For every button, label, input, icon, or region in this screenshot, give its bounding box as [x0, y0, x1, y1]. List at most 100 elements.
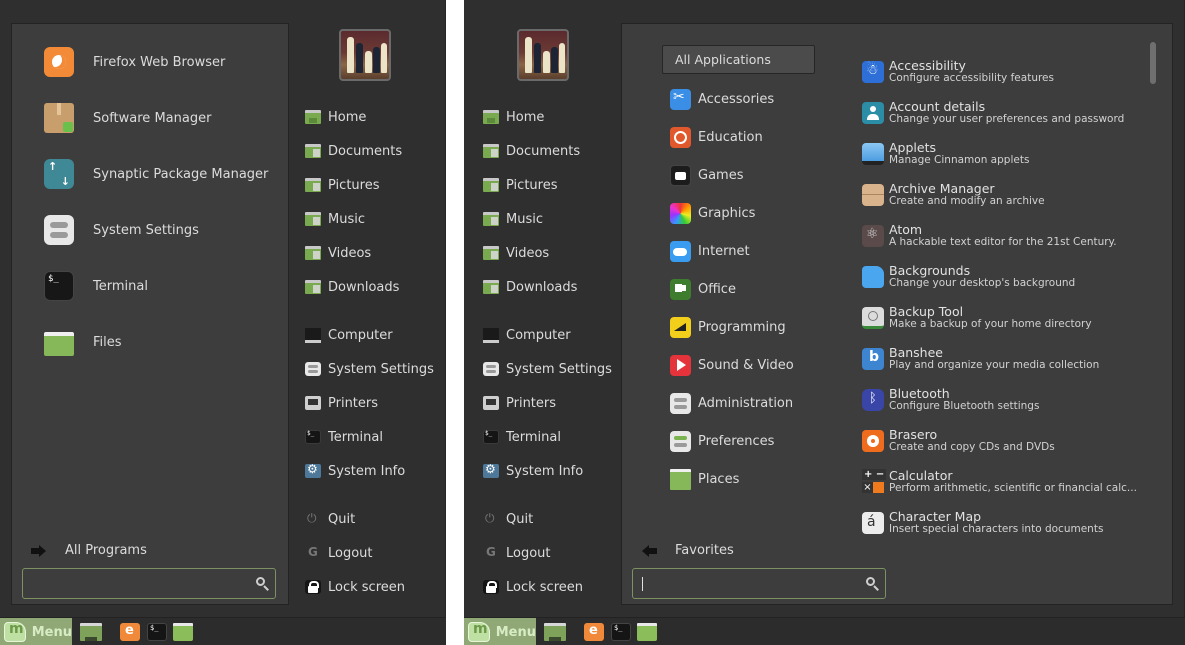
videos-folder-icon	[305, 246, 321, 260]
app-brasero[interactable]: Brasero Create and copy CDs and DVDs	[862, 420, 1142, 461]
system-info[interactable]: System Info	[483, 461, 583, 481]
graphics-icon	[670, 202, 691, 224]
app-character-map[interactable]: Character MapInsert special characters i…	[862, 502, 1142, 543]
app-name: Account details	[889, 99, 986, 114]
application-list-scrollbar[interactable]	[1150, 42, 1156, 84]
session-quit[interactable]: Quit	[305, 509, 355, 529]
user-avatar[interactable]	[339, 29, 391, 81]
app-name: Calculator	[889, 468, 953, 483]
lock-icon	[305, 580, 321, 594]
all-programs-button[interactable]: All Programs	[31, 543, 147, 558]
terminal-launcher-icon[interactable]	[147, 623, 167, 641]
folder-icon	[670, 468, 691, 490]
place-videos[interactable]: Videos	[305, 243, 371, 263]
place-home[interactable]: Home	[483, 107, 544, 127]
place-music[interactable]: Music	[483, 209, 543, 229]
calculator-icon	[862, 468, 886, 493]
menu-button[interactable]: Menu	[464, 618, 536, 645]
category-places[interactable]: Places	[670, 460, 794, 498]
app-calculator[interactable]: CalculatorPerform arithmetic, scientific…	[862, 461, 1142, 502]
system-info-icon	[305, 462, 321, 478]
app-applets[interactable]: Applets Manage Cinnamon applets	[862, 133, 1142, 174]
sound-video-icon	[670, 354, 691, 376]
session-lock-screen[interactable]: Lock screen	[483, 577, 583, 597]
place-pictures[interactable]: Pictures	[305, 175, 379, 195]
app-banshee[interactable]: BansheePlay and organize your media coll…	[862, 338, 1142, 379]
search-icon	[256, 577, 265, 586]
firefox-launcher-icon[interactable]	[584, 623, 604, 641]
files-launcher-icon[interactable]	[637, 623, 657, 641]
disc-icon	[862, 429, 884, 452]
user-avatar[interactable]	[517, 29, 569, 81]
system-computer[interactable]: Computer	[305, 325, 393, 345]
category-accessories[interactable]: Accessories	[670, 80, 794, 118]
favorites-button[interactable]: Favorites	[641, 543, 734, 558]
pictures-folder-icon	[305, 178, 321, 192]
favorite-item-terminal[interactable]: Terminal	[44, 258, 268, 314]
place-pictures[interactable]: Pictures	[483, 175, 557, 195]
system-settings[interactable]: System Settings	[305, 359, 434, 379]
lock-icon	[483, 580, 499, 594]
terminal-launcher-icon[interactable]	[611, 623, 631, 641]
firefox-launcher-icon[interactable]	[120, 623, 140, 641]
place-label: Pictures	[506, 177, 558, 193]
app-account-details[interactable]: Account details Change your user preferen…	[862, 92, 1142, 133]
category-sound-video[interactable]: Sound & Video	[670, 346, 794, 384]
app-accessibility[interactable]: AccessibilityConfigure accessibility fea…	[862, 51, 1142, 92]
menu-button[interactable]: Menu	[0, 618, 72, 645]
favorite-label: Software Manager	[93, 110, 212, 126]
firefox-icon	[44, 47, 74, 77]
place-documents[interactable]: Documents	[483, 141, 580, 161]
synaptic-icon	[44, 159, 74, 189]
place-downloads[interactable]: Downloads	[483, 277, 577, 297]
search-input[interactable]	[31, 575, 231, 589]
category-internet[interactable]: Internet	[670, 232, 794, 270]
app-atom[interactable]: AtomA hackable text editor for the 21st …	[862, 215, 1142, 256]
place-downloads[interactable]: Downloads	[305, 277, 399, 297]
favorite-item-files[interactable]: Files	[44, 314, 268, 370]
place-music[interactable]: Music	[305, 209, 365, 229]
session-logout[interactable]: Logout	[305, 543, 373, 563]
menu-screen-favorites: Firefox Web Browser Software Manager Syn…	[0, 0, 446, 645]
place-home[interactable]: Home	[305, 107, 366, 127]
system-settings[interactable]: System Settings	[483, 359, 612, 379]
category-administration[interactable]: Administration	[670, 384, 794, 422]
session-quit[interactable]: Quit	[483, 509, 533, 529]
system-printers[interactable]: Printers	[305, 393, 378, 413]
place-videos[interactable]: Videos	[483, 243, 549, 263]
system-terminal[interactable]: Terminal	[305, 427, 383, 447]
favorite-item-synaptic[interactable]: Synaptic Package Manager	[44, 146, 268, 202]
category-graphics[interactable]: Graphics	[670, 194, 794, 232]
favorite-item-system-settings[interactable]: System Settings	[44, 202, 268, 258]
app-backup-tool[interactable]: Backup Tool Make a backup of your home di…	[862, 297, 1142, 338]
folder-icon	[44, 332, 74, 356]
show-desktop-icon[interactable]	[544, 623, 566, 641]
place-label: Lock screen	[328, 579, 405, 595]
search-field[interactable]	[632, 568, 886, 599]
favorite-item-software-manager[interactable]: Software Manager	[44, 90, 268, 146]
category-office[interactable]: Office	[670, 270, 794, 308]
app-archive-manager[interactable]: Archive Manager Create and modify an arch…	[862, 174, 1142, 215]
place-label: Music	[506, 211, 543, 227]
category-education[interactable]: Education	[670, 118, 794, 156]
favorite-item-firefox[interactable]: Firefox Web Browser	[44, 34, 268, 90]
search-field[interactable]	[22, 568, 276, 599]
category-programming[interactable]: Programming	[670, 308, 794, 346]
category-preferences[interactable]: Preferences	[670, 422, 794, 460]
system-info[interactable]: System Info	[305, 461, 405, 481]
search-input[interactable]	[641, 575, 841, 589]
category-all-applications[interactable]: All Applications	[662, 45, 815, 74]
system-computer[interactable]: Computer	[483, 325, 571, 345]
system-terminal[interactable]: Terminal	[483, 427, 561, 447]
category-games[interactable]: Games	[670, 156, 794, 194]
session-lock-screen[interactable]: Lock screen	[305, 577, 405, 597]
session-logout[interactable]: Logout	[483, 543, 551, 563]
files-launcher-icon[interactable]	[173, 623, 193, 641]
app-bluetooth[interactable]: BluetoothConfigure Bluetooth settings	[862, 379, 1142, 420]
app-backgrounds[interactable]: Backgrounds Change your desktop's backgro…	[862, 256, 1142, 297]
place-documents[interactable]: Documents	[305, 141, 402, 161]
show-desktop-icon[interactable]	[80, 623, 102, 641]
system-printers[interactable]: Printers	[483, 393, 556, 413]
power-icon	[305, 511, 321, 526]
place-label: Pictures	[328, 177, 380, 193]
